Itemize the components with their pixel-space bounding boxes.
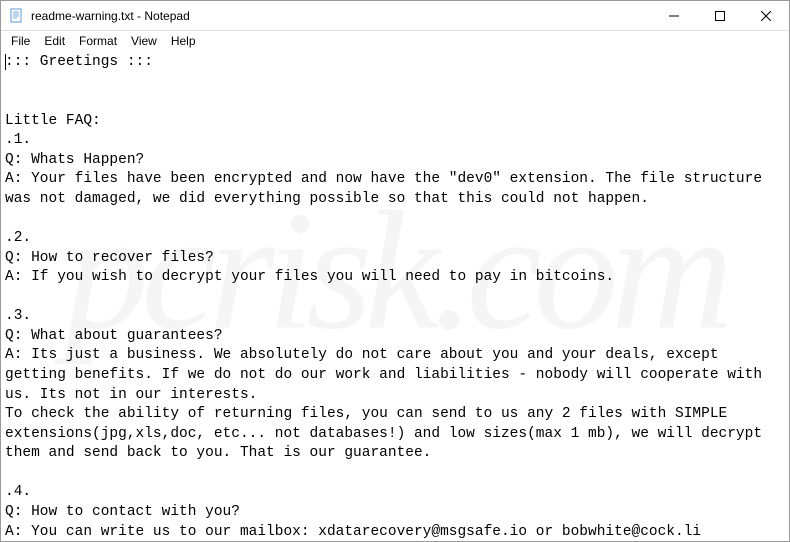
menu-edit[interactable]: Edit <box>38 33 71 49</box>
menu-format[interactable]: Format <box>73 33 123 49</box>
menu-file[interactable]: File <box>5 33 36 49</box>
menubar: File Edit Format View Help <box>1 31 789 51</box>
close-button[interactable] <box>743 1 789 30</box>
notepad-window: readme-warning.txt - Notepad File Edit F… <box>0 0 790 542</box>
menu-view[interactable]: View <box>125 33 163 49</box>
maximize-button[interactable] <box>697 1 743 30</box>
text-cursor <box>5 54 6 70</box>
menu-help[interactable]: Help <box>165 33 202 49</box>
window-title: readme-warning.txt - Notepad <box>31 9 651 23</box>
window-controls <box>651 1 789 30</box>
minimize-button[interactable] <box>651 1 697 30</box>
text-area[interactable]: ::: Greetings ::: Little FAQ: .1. Q: Wha… <box>1 51 789 541</box>
notepad-icon <box>9 8 25 24</box>
titlebar[interactable]: readme-warning.txt - Notepad <box>1 1 789 31</box>
